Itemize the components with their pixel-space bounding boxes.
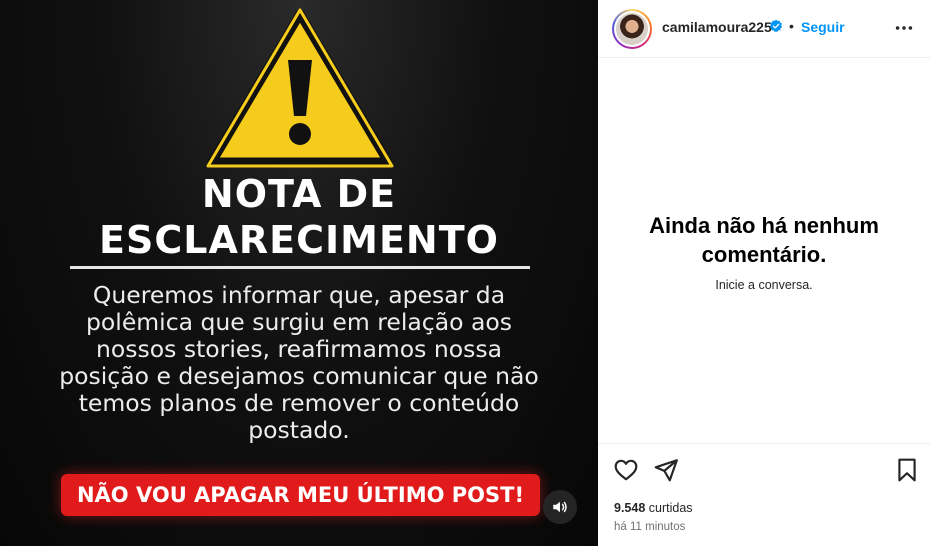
post-actions-bar: 9.548 curtidas há 11 minutos	[598, 443, 930, 546]
post-side-panel: camilamoura225 • Seguir Ainda não há nen…	[598, 0, 930, 546]
verified-badge-icon	[769, 19, 783, 33]
bookmark-icon[interactable]	[894, 457, 920, 483]
notice-body-line: temos planos de remover o conteúdo	[78, 389, 520, 417]
red-banner: NÃO VOU APAGAR MEU ÚLTIMO POST!	[61, 474, 540, 516]
no-comments-heading: Ainda não há nenhum comentário.	[649, 213, 879, 267]
warning-triangle-icon	[206, 8, 394, 170]
username-link[interactable]: camilamoura225	[662, 19, 772, 35]
likes-count[interactable]: 9.548 curtidas	[614, 501, 693, 515]
notice-body-line: postado.	[248, 416, 350, 444]
start-conversation-text: Inicie a conversa.	[715, 278, 813, 292]
notice-body-line: Queremos informar que, apesar da	[92, 281, 506, 309]
post-header: camilamoura225 • Seguir	[598, 0, 930, 58]
notice-title-line-1: NOTA DE	[201, 172, 397, 216]
likes-label: curtidas	[645, 501, 693, 515]
send-icon[interactable]	[653, 457, 679, 483]
notice-title-line-2: ESCLARECIMENTO	[99, 218, 499, 262]
notice-body-line: nossos stories, reafirmamos nossa	[95, 335, 502, 363]
audio-toggle-button[interactable]	[543, 490, 577, 524]
follow-button[interactable]: Seguir	[801, 19, 845, 35]
notice-body-line: posição e desejamos comunicar que não	[59, 362, 539, 390]
speaker-icon	[553, 501, 567, 513]
notice-body: Queremos informar que, apesar da polêmic…	[30, 282, 568, 444]
likes-number: 9.548	[614, 501, 646, 515]
post-timestamp[interactable]: há 11 minutos	[614, 521, 685, 533]
notice-body-line: polêmica que surgiu em relação aos	[86, 308, 512, 336]
separator-dot: •	[789, 18, 794, 34]
post-media[interactable]: NOTA DE ESCLARECIMENTO Queremos informar…	[0, 0, 598, 546]
more-options-icon[interactable]	[892, 16, 916, 40]
avatar[interactable]	[612, 9, 652, 49]
heart-icon[interactable]	[613, 457, 639, 483]
title-divider	[70, 266, 530, 269]
